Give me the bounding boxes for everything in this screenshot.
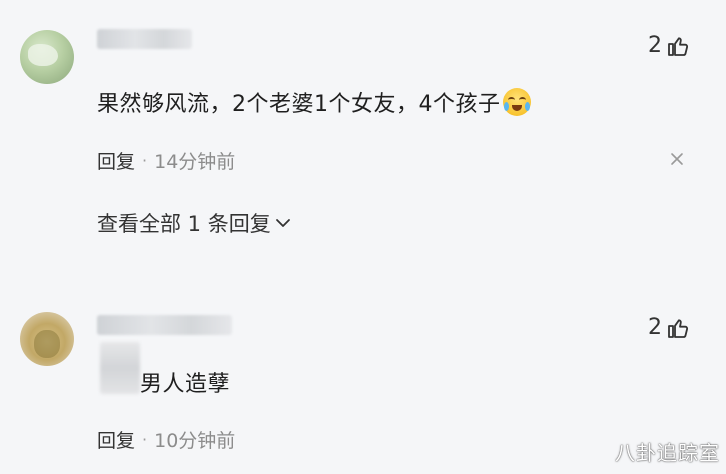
comment-text: 果然够风流，2个老婆1个女友，4个孩子 (97, 86, 531, 118)
comment-item: 2 果然够风流，2个老婆1个女友，4个孩子 回复 · 14分钟前 查看全部 1 … (0, 0, 726, 260)
avatar[interactable] (20, 312, 74, 366)
like-count: 2 (648, 33, 662, 58)
comment-text-content: 男人造孽 (140, 372, 231, 397)
reply-button[interactable]: 回复 (97, 147, 135, 174)
comment-text-content: 果然够风流，2个老婆1个女友，4个孩子 (97, 92, 501, 117)
chevron-down-icon (275, 219, 290, 227)
username-blurred (97, 29, 192, 49)
comment-time: 10分钟前 (154, 430, 236, 452)
separator-dot: · (142, 430, 148, 449)
text-blurred (100, 342, 140, 394)
avatar[interactable] (20, 30, 74, 84)
comment-time: 14分钟前 (154, 151, 236, 173)
close-icon[interactable] (670, 152, 684, 166)
like-button[interactable]: 2 (648, 315, 690, 340)
view-all-replies-button[interactable]: 查看全部 1 条回复 (97, 208, 291, 238)
like-button[interactable]: 2 (648, 33, 690, 58)
crying-laughing-emoji-icon (502, 88, 531, 116)
username-blurred (97, 315, 232, 335)
watermark: 八卦追踪室 (615, 441, 720, 465)
view-replies-label: 查看全部 1 条回复 (97, 212, 271, 236)
like-count: 2 (648, 315, 662, 340)
comment-meta: 回复 · 14分钟前 (97, 147, 235, 174)
reply-button[interactable]: 回复 (97, 426, 135, 453)
thumbs-up-icon (668, 318, 689, 338)
comment-meta: 回复 · 10分钟前 (97, 426, 235, 453)
separator-dot: · (142, 151, 148, 170)
thumbs-up-icon (668, 36, 689, 56)
comment-text: 男人造孽 (140, 366, 230, 398)
